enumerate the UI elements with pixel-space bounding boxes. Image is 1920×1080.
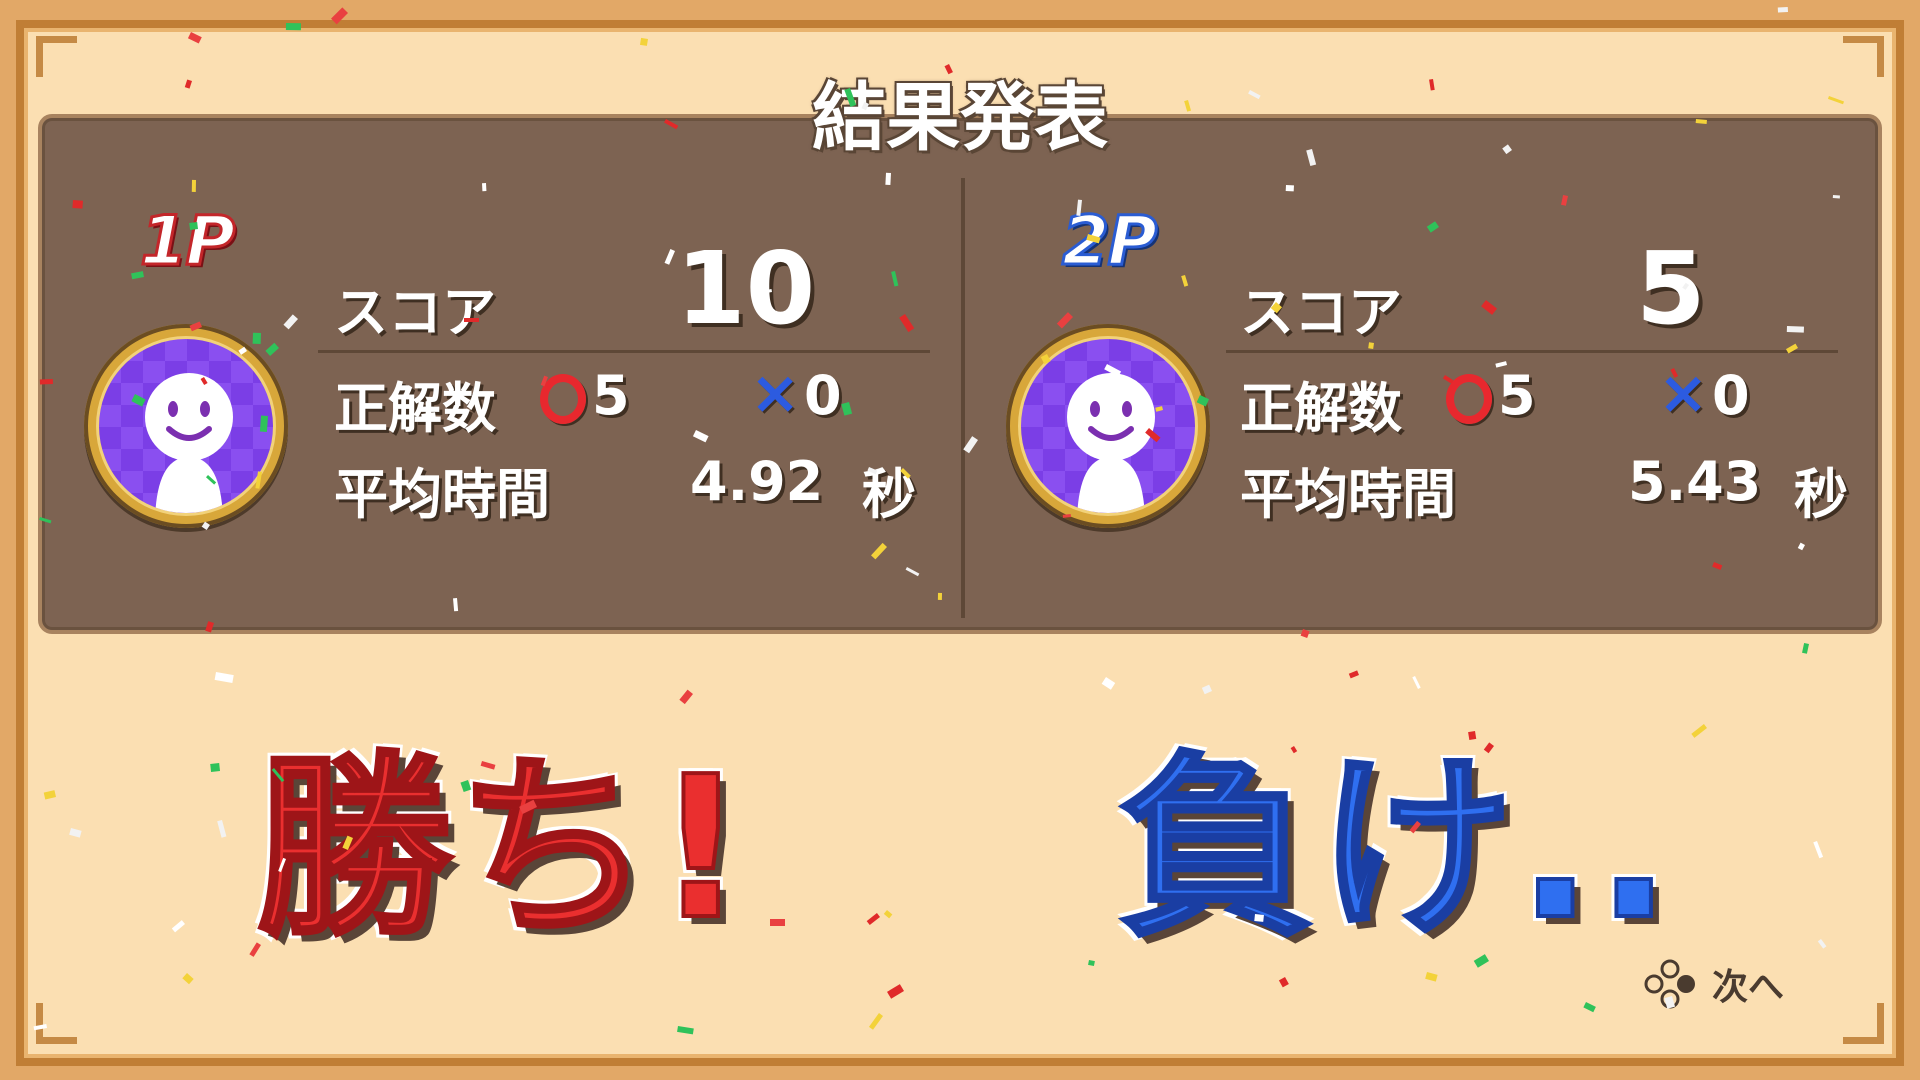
separator-line	[318, 350, 930, 353]
wrong-cross-icon: ×	[1658, 358, 1709, 428]
player-1-result-win: 勝ち!	[254, 733, 750, 965]
player-2-avatar	[1006, 324, 1210, 528]
score-panel: 1P スコア 10 正解数 5 × 0 平均時間 4.92 秒 2P スコア 5…	[38, 114, 1882, 634]
player-1-wrong-count: 0	[804, 364, 842, 427]
correct-circle-icon	[540, 374, 586, 424]
corner-ornament	[1843, 1003, 1884, 1044]
wrong-cross-icon: ×	[750, 358, 801, 428]
player-2-label: 2P	[1060, 201, 1158, 283]
player-2-score-label: スコア	[1240, 281, 1402, 344]
player-2-correct-count: 5	[1498, 364, 1536, 427]
confetti-piece	[1777, 7, 1788, 13]
player-2-score: 5	[1636, 230, 1706, 347]
page-title: 結果発表	[812, 75, 1108, 161]
player-1-time-unit: 秒	[862, 463, 916, 526]
next-label: 次へ	[1712, 967, 1785, 1008]
player-2-wrong-count: 0	[1712, 364, 1750, 427]
player-1-time-label: 平均時間	[334, 463, 550, 526]
player-1-correct-count: 5	[592, 364, 630, 427]
smiley-person-icon	[1018, 336, 1198, 516]
player-1-score-label: スコア	[334, 281, 496, 344]
player-2-time-label: 平均時間	[1240, 463, 1456, 526]
player-1-label: 1P	[138, 201, 236, 283]
corner-ornament	[36, 1003, 77, 1044]
player-1-section: 1P スコア 10 正解数 5 × 0 平均時間 4.92 秒	[42, 118, 952, 628]
player-1-avatar	[84, 324, 288, 528]
player-2-correct-label: 正解数	[1240, 377, 1402, 440]
player-2-section: 2P スコア 5 正解数 5 × 0 平均時間 5.43 秒	[964, 118, 1874, 628]
player-1-correct-label: 正解数	[334, 377, 496, 440]
player-2-avg-time: 5.43	[1628, 450, 1762, 513]
separator-line	[1226, 350, 1838, 353]
player-2-result-lose: 負け..	[1116, 733, 1675, 965]
player-1-avg-time: 4.92	[690, 450, 824, 513]
player-2-time-unit: 秒	[1794, 463, 1848, 526]
player-1-score: 10	[676, 230, 816, 347]
smiley-person-icon	[96, 336, 276, 516]
correct-circle-icon	[1446, 374, 1492, 424]
